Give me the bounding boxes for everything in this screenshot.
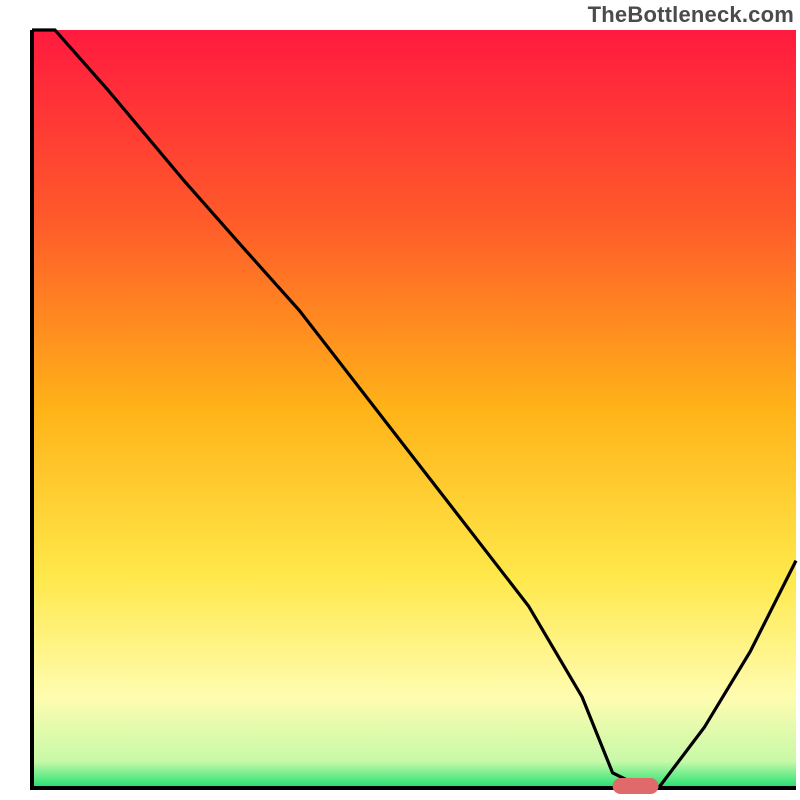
- watermark-label: TheBottleneck.com: [588, 2, 794, 28]
- plot-background: [32, 30, 796, 788]
- chart-container: TheBottleneck.com: [0, 0, 800, 800]
- optimum-marker: [613, 778, 659, 794]
- bottleneck-chart: [0, 0, 800, 800]
